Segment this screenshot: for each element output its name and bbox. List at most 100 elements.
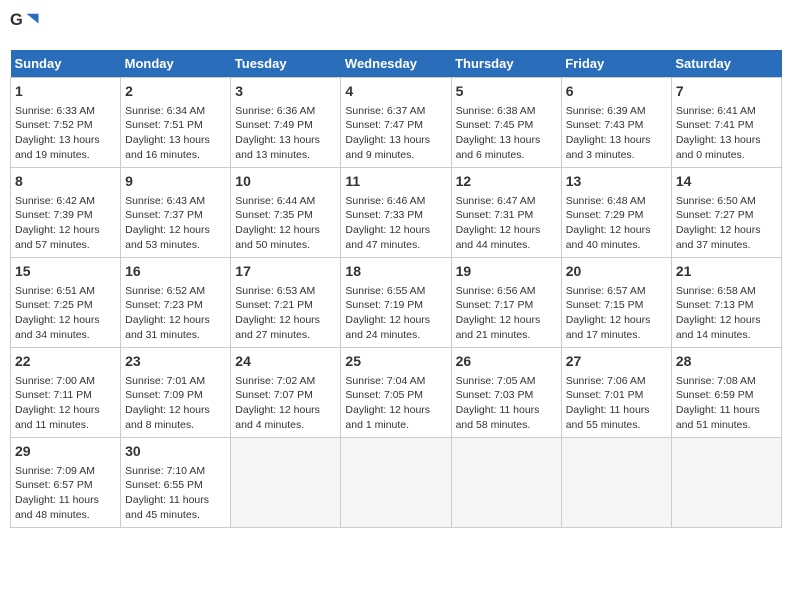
week-row-3: 15 Sunrise: 6:51 AMSunset: 7:25 PM Dayligh… [11, 258, 782, 348]
daylight-text: Daylight: 13 hours and 6 minutes. [456, 133, 557, 162]
sunrise-text: Sunrise: 6:39 AM [566, 104, 667, 119]
sunset-text: Sunset: 6:57 PM [15, 478, 116, 493]
week-row-1: 1Sunrise: 6:33 AMSunset: 7:52 PMDaylight… [11, 78, 782, 168]
sunset-text: Sunset: 7:23 PM [125, 298, 226, 313]
daylight-text: Daylight: 12 hours and 44 minutes. [456, 223, 557, 252]
daylight-text: Daylight: 13 hours and 3 minutes. [566, 133, 667, 162]
sunset-text: Sunset: 7:45 PM [456, 118, 557, 133]
sunset-text: Sunset: 7:52 PM [15, 118, 116, 133]
day-cell-15: 15Sunrise: 6:51 AMSunset: 7:25 PMDayligh… [11, 258, 121, 348]
day-cell-5: 5 Sunrise: 6:38 AMSunset: 7:45 PMDaylight… [451, 78, 561, 168]
day-number: 5 [456, 82, 557, 102]
sunset-text: Sunset: 6:55 PM [125, 478, 226, 493]
day-number: 21 [676, 262, 777, 282]
day-cell-3: 3Sunrise: 6:36 AMSunset: 7:49 PMDaylight… [231, 78, 341, 168]
sunset-text: Sunset: 7:41 PM [676, 118, 777, 133]
day-number: 14 [676, 172, 777, 192]
day-cell-13: 13Sunrise: 6:48 AMSunset: 7:29 PMDayligh… [561, 168, 671, 258]
day-number: 7 [676, 82, 777, 102]
empty-cell [671, 438, 781, 528]
empty-cell [451, 438, 561, 528]
daylight-text: Daylight: 12 hours and 31 minutes. [125, 313, 226, 342]
week-row-4: 22Sunrise: 7:00 AMSunset: 7:11 PMDayligh… [11, 348, 782, 438]
header-row: SundayMondayTuesdayWednesdayThursdayFrid… [11, 50, 782, 78]
sunrise-text: Sunrise: 6:52 AM [125, 284, 226, 299]
day-cell-18: 18Sunrise: 6:55 AMSunset: 7:19 PMDayligh… [341, 258, 451, 348]
sunrise-text: Sunrise: 7:01 AM [125, 374, 226, 389]
day-cell-2: 2 Sunrise: 6:34 AMSunset: 7:51 PMDaylight… [121, 78, 231, 168]
sunset-text: Sunset: 7:01 PM [566, 388, 667, 403]
day-cell-7: 7Sunrise: 6:41 AMSunset: 7:41 PMDaylight… [671, 78, 781, 168]
sunrise-text: Sunrise: 7:09 AM [15, 464, 116, 479]
header-day-saturday: Saturday [671, 50, 781, 78]
sunrise-text: Sunrise: 6:34 AM [125, 104, 226, 119]
sunrise-text: Sunrise: 6:44 AM [235, 194, 336, 209]
sunset-text: Sunset: 7:25 PM [15, 298, 116, 313]
sunset-text: Sunset: 7:51 PM [125, 118, 226, 133]
day-number: 27 [566, 352, 667, 372]
day-cell-24: 24Sunrise: 7:02 AMSunset: 7:07 PMDayligh… [231, 348, 341, 438]
day-cell-9: 9Sunrise: 6:43 AMSunset: 7:37 PMDaylight… [121, 168, 231, 258]
daylight-text: Daylight: 12 hours and 24 minutes. [345, 313, 446, 342]
day-cell-17: 17Sunrise: 6:53 AMSunset: 7:21 PMDayligh… [231, 258, 341, 348]
sunset-text: Sunset: 7:09 PM [125, 388, 226, 403]
sunrise-text: Sunrise: 6:42 AM [15, 194, 116, 209]
sunset-text: Sunset: 7:33 PM [345, 208, 446, 223]
daylight-text: Daylight: 13 hours and 16 minutes. [125, 133, 226, 162]
daylight-text: Daylight: 12 hours and 47 minutes. [345, 223, 446, 252]
sunrise-text: Sunrise: 6:50 AM [676, 194, 777, 209]
sunset-text: Sunset: 7:43 PM [566, 118, 667, 133]
daylight-text: Daylight: 12 hours and 21 minutes. [456, 313, 557, 342]
day-cell-16: 16Sunrise: 6:52 AMSunset: 7:23 PMDayligh… [121, 258, 231, 348]
week-row-5: 29Sunrise: 7:09 AMSunset: 6:57 PMDayligh… [11, 438, 782, 528]
day-number: 15 [15, 262, 116, 282]
sunrise-text: Sunrise: 6:51 AM [15, 284, 116, 299]
daylight-text: Daylight: 12 hours and 57 minutes. [15, 223, 116, 252]
sunrise-text: Sunrise: 6:48 AM [566, 194, 667, 209]
day-number: 10 [235, 172, 336, 192]
sunrise-text: Sunrise: 7:08 AM [676, 374, 777, 389]
day-number: 29 [15, 442, 116, 462]
day-number: 18 [345, 262, 446, 282]
sunrise-text: Sunrise: 6:53 AM [235, 284, 336, 299]
sunset-text: Sunset: 7:29 PM [566, 208, 667, 223]
sunrise-text: Sunrise: 6:43 AM [125, 194, 226, 209]
daylight-text: Daylight: 11 hours and 51 minutes. [676, 403, 777, 432]
sunrise-text: Sunrise: 7:06 AM [566, 374, 667, 389]
sunrise-text: Sunrise: 6:56 AM [456, 284, 557, 299]
day-number: 2 [125, 82, 226, 102]
svg-text:G: G [10, 11, 23, 29]
daylight-text: Daylight: 12 hours and 17 minutes. [566, 313, 667, 342]
sunrise-text: Sunrise: 6:47 AM [456, 194, 557, 209]
day-cell-1: 1Sunrise: 6:33 AMSunset: 7:52 PMDaylight… [11, 78, 121, 168]
day-number: 24 [235, 352, 336, 372]
sunrise-text: Sunrise: 6:46 AM [345, 194, 446, 209]
daylight-text: Daylight: 13 hours and 0 minutes. [676, 133, 777, 162]
header-day-wednesday: Wednesday [341, 50, 451, 78]
day-cell-28: 28Sunrise: 7:08 AMSunset: 6:59 PMDayligh… [671, 348, 781, 438]
sunrise-text: Sunrise: 7:00 AM [15, 374, 116, 389]
day-number: 4 [345, 82, 446, 102]
daylight-text: Daylight: 12 hours and 14 minutes. [676, 313, 777, 342]
sunrise-text: Sunrise: 7:04 AM [345, 374, 446, 389]
day-number: 1 [15, 82, 116, 102]
header-day-tuesday: Tuesday [231, 50, 341, 78]
sunrise-text: Sunrise: 6:57 AM [566, 284, 667, 299]
sunset-text: Sunset: 7:49 PM [235, 118, 336, 133]
daylight-text: Daylight: 13 hours and 13 minutes. [235, 133, 336, 162]
day-number: 23 [125, 352, 226, 372]
day-cell-21: 21Sunrise: 6:58 AMSunset: 7:13 PMDayligh… [671, 258, 781, 348]
sunrise-text: Sunrise: 6:38 AM [456, 104, 557, 119]
day-cell-19: 19Sunrise: 6:56 AMSunset: 7:17 PMDayligh… [451, 258, 561, 348]
empty-cell [231, 438, 341, 528]
day-number: 8 [15, 172, 116, 192]
sunset-text: Sunset: 7:21 PM [235, 298, 336, 313]
day-number: 11 [345, 172, 446, 192]
day-cell-25: 25Sunrise: 7:04 AMSunset: 7:05 PMDayligh… [341, 348, 451, 438]
sunset-text: Sunset: 7:35 PM [235, 208, 336, 223]
sunrise-text: Sunrise: 7:10 AM [125, 464, 226, 479]
day-cell-20: 20Sunrise: 6:57 AMSunset: 7:15 PMDayligh… [561, 258, 671, 348]
sunrise-text: Sunrise: 7:05 AM [456, 374, 557, 389]
day-cell-26: 26Sunrise: 7:05 AMSunset: 7:03 PMDayligh… [451, 348, 561, 438]
sunset-text: Sunset: 7:03 PM [456, 388, 557, 403]
